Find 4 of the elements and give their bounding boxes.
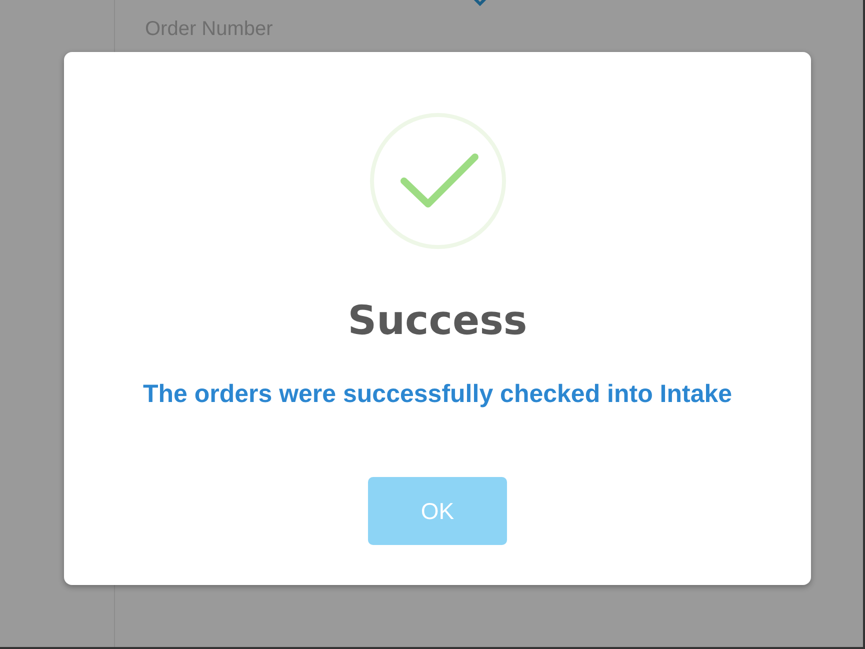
checkmark-icon [368, 111, 508, 251]
dialog-message: The orders were successfully checked into Intake [142, 380, 732, 409]
ok-button[interactable]: OK [368, 477, 507, 545]
dialog-title: Success [348, 297, 528, 346]
